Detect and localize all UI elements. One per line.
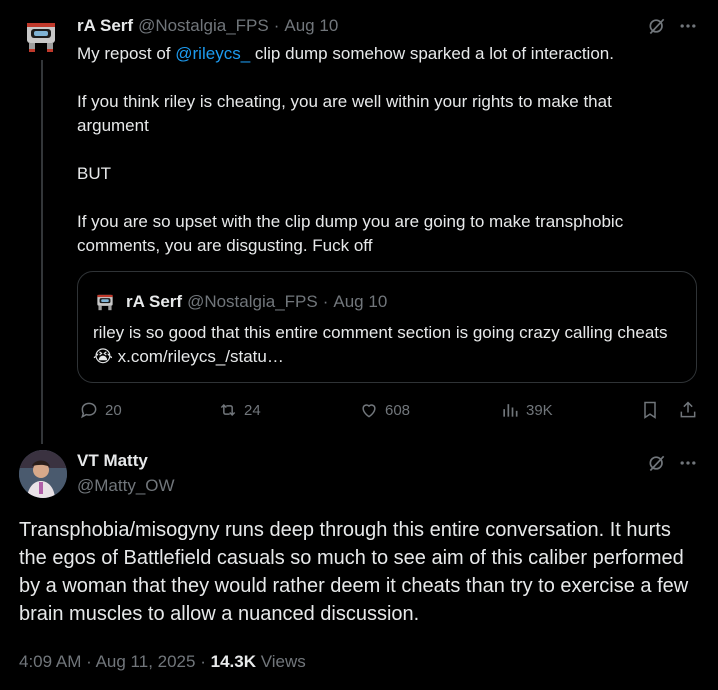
quote-author-handle: @Nostalgia_FPS xyxy=(187,292,318,311)
body-paragraph-4: If you are so upset with the clip dump y… xyxy=(77,212,624,255)
author-name-2[interactable]: VT Matty xyxy=(77,451,148,471)
tweet1-body: My repost of @rileycs_ clip dump somehow… xyxy=(77,42,697,258)
share-button[interactable] xyxy=(678,398,698,422)
avatar-vt-matty[interactable] xyxy=(19,450,67,498)
profile-photo-icon xyxy=(19,450,67,498)
view-count: 14.3K xyxy=(210,652,256,671)
reply-count: 20 xyxy=(105,401,122,419)
body-paragraph-2: If you think riley is cheating, you are … xyxy=(77,92,612,135)
author-handle[interactable]: @Nostalgia_FPS xyxy=(138,16,269,36)
quote-date: Aug 10 xyxy=(333,292,388,311)
quote-header: rA Serf @Nostalgia_FPS · Aug 10 xyxy=(126,290,387,314)
mention-link[interactable]: @rileycs_ xyxy=(175,44,250,63)
body-line-1-pre: My repost of xyxy=(77,44,176,63)
post-date[interactable]: Aug 11, 2025 xyxy=(96,652,196,671)
repost-icon xyxy=(220,403,236,417)
tweet-date[interactable]: Aug 10 xyxy=(284,16,338,36)
quote-separator: · xyxy=(322,292,329,311)
grok-icon[interactable] xyxy=(646,15,668,37)
like-count: 608 xyxy=(385,401,411,419)
quote-tweet-card[interactable]: rA Serf @Nostalgia_FPS · Aug 10 riley is… xyxy=(77,271,697,383)
views-label: Views xyxy=(260,652,306,671)
views-count: 39K xyxy=(526,401,553,419)
author-handle-2[interactable]: @Matty_OW xyxy=(77,476,175,496)
robot-avatar-icon xyxy=(19,14,63,58)
views-button[interactable]: 39K xyxy=(500,398,553,422)
grok-icon[interactable] xyxy=(646,452,668,474)
tweet1-header: rA Serf @Nostalgia_FPS · Aug 10 xyxy=(77,14,338,38)
bookmark-button[interactable] xyxy=(640,398,660,422)
post-time[interactable]: 4:09 AM xyxy=(19,652,81,671)
thread-connector-line xyxy=(41,60,43,444)
repost-button[interactable]: 24 xyxy=(218,398,261,422)
reply-button[interactable]: 20 xyxy=(79,398,122,422)
more-icon[interactable] xyxy=(677,452,699,474)
quote-text: riley is so good that this entire commen… xyxy=(93,321,683,369)
share-icon xyxy=(680,401,696,418)
repost-count: 24 xyxy=(244,401,261,419)
reply-icon xyxy=(81,402,97,419)
meta-dot: · xyxy=(200,652,206,671)
body-paragraph-3: BUT xyxy=(77,164,111,183)
views-icon xyxy=(503,404,518,417)
quote-author-name: rA Serf xyxy=(126,292,183,311)
crying-emoji: 😭 xyxy=(93,347,113,366)
quote-link-text: x.com/rileycs_/statu… xyxy=(112,347,284,366)
tweet2-meta: 4:09 AM · Aug 11, 2025 · 14.3K Views xyxy=(19,652,306,672)
body-line-1-post: clip dump somehow sparked a lot of inter… xyxy=(250,44,614,63)
more-icon[interactable] xyxy=(677,15,699,37)
tweet2-body: Transphobia/misogyny runs deep through t… xyxy=(19,519,689,625)
avatar-ra-serf[interactable] xyxy=(19,14,63,58)
like-button[interactable]: 608 xyxy=(359,398,410,422)
meta-dot: · xyxy=(86,652,92,671)
robot-avatar-icon xyxy=(97,294,113,311)
bookmark-icon xyxy=(644,401,656,419)
separator-dot: · xyxy=(273,16,280,35)
author-name[interactable]: rA Serf xyxy=(77,16,133,36)
like-icon xyxy=(362,404,376,418)
quote-avatar xyxy=(93,290,117,314)
quote-text-main: riley is so good that this entire commen… xyxy=(93,323,668,342)
